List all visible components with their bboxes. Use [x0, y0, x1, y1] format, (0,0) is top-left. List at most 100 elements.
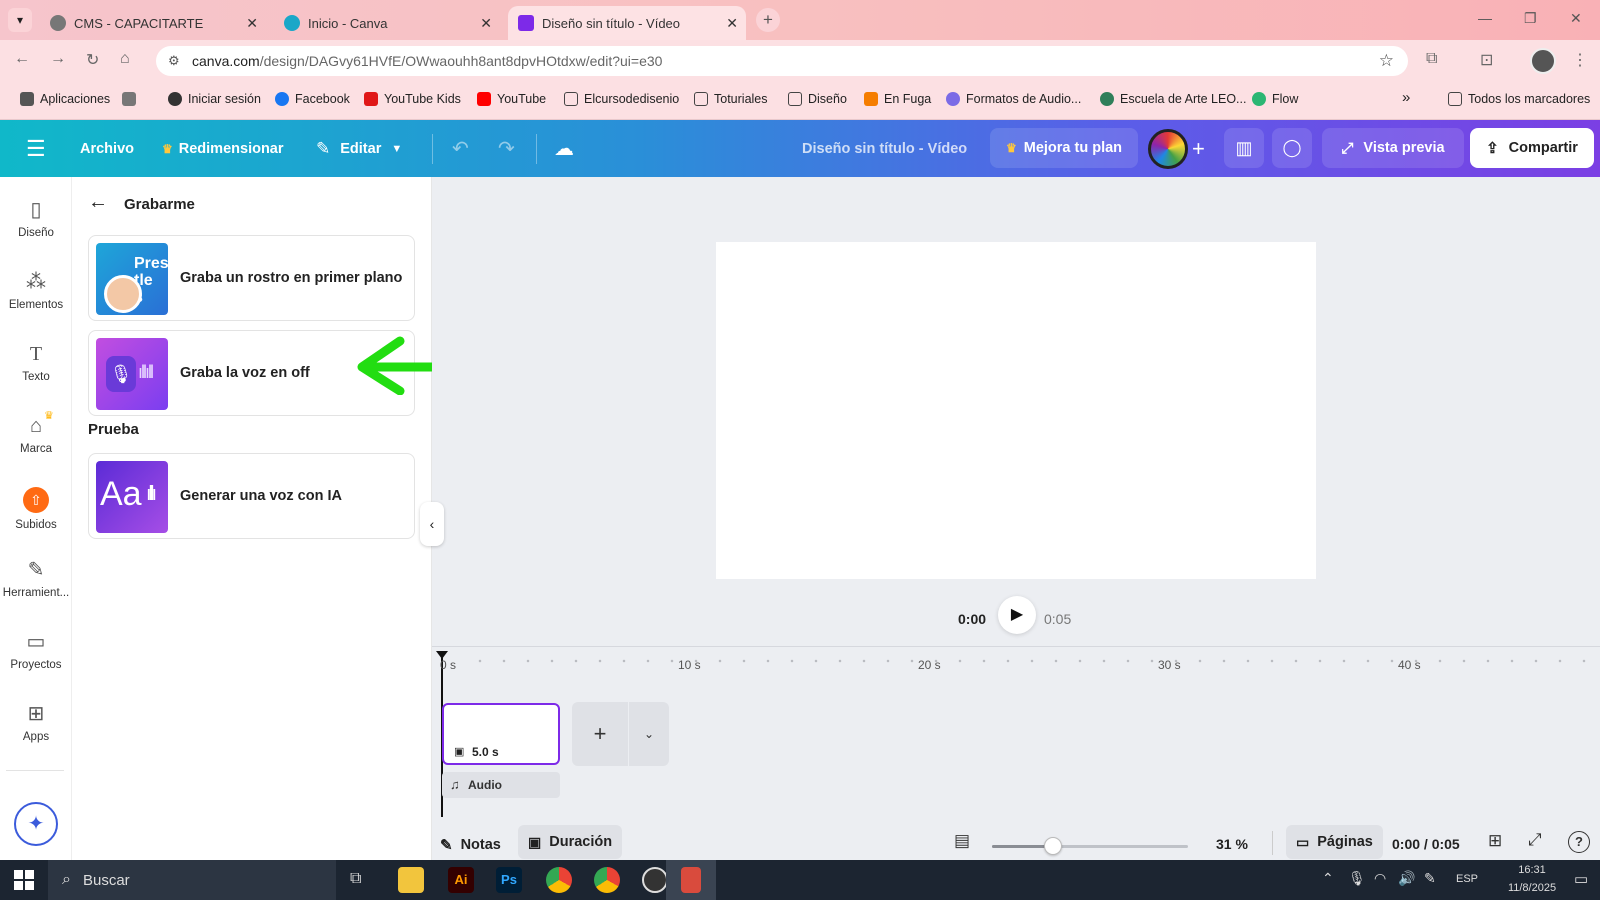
audio-track[interactable]: ♫ Audio — [442, 772, 560, 798]
comments-button[interactable]: ◯ — [1272, 128, 1312, 168]
close-icon[interactable]: ✕ — [246, 15, 258, 32]
tab-diseno-video[interactable]: Diseño sin título - Vídeo ✕ — [508, 6, 746, 40]
bookmark-flow[interactable]: Flow — [1252, 92, 1298, 106]
design-canvas[interactable] — [716, 242, 1316, 579]
bookmark-facebook[interactable]: Facebook — [275, 92, 350, 106]
add-collaborator-icon[interactable]: + — [1192, 120, 1205, 177]
address-bar[interactable]: ⚙ canva.com/design/DAGvy61HVfE/OWwaouhh8… — [156, 46, 1408, 76]
avatar[interactable] — [1530, 48, 1556, 74]
ai-voice-card[interactable]: Aa ıllı Generar una voz con IA — [88, 453, 415, 539]
network-icon[interactable]: ◠ — [1374, 870, 1386, 887]
add-page-button[interactable]: + — [572, 702, 628, 766]
screenshot-icon[interactable]: ⊡ — [1480, 50, 1493, 70]
fullscreen-icon[interactable]: ⤢ — [1528, 830, 1542, 850]
minimize-icon[interactable]: — — [1478, 10, 1492, 26]
collapse-panel-button[interactable]: ‹ — [420, 502, 444, 546]
vista-previa-button[interactable]: ⤢ Vista previa — [1322, 128, 1464, 168]
volume-icon[interactable]: 🔊 — [1398, 870, 1415, 887]
bookmark-youtube-kids[interactable]: YouTube Kids — [364, 92, 461, 106]
reload-icon[interactable]: ↻ — [86, 50, 99, 70]
back-arrow-icon[interactable]: ← — [88, 191, 108, 214]
rail-item-texto[interactable]: T Texto — [0, 343, 72, 403]
rail-item-marca[interactable]: ⌂ Marca ♛ — [0, 410, 72, 475]
back-icon[interactable]: ← — [14, 50, 30, 68]
undo-icon[interactable]: ↶ — [452, 120, 469, 177]
mejora-plan-button[interactable]: ♛ Mejora tu plan — [990, 128, 1138, 168]
video-clip[interactable]: ▣ 5.0 s — [442, 703, 560, 765]
close-icon[interactable]: ✕ — [480, 15, 492, 32]
photoshop-icon[interactable]: Ps — [496, 867, 522, 893]
hamburger-menu-icon[interactable]: ☰ — [26, 120, 46, 177]
pinned-app-icon[interactable] — [681, 867, 701, 893]
more-bookmarks-button[interactable]: » — [1402, 89, 1410, 106]
bookmark-formatos-audio[interactable]: Formatos de Audio... — [946, 92, 1081, 106]
analytics-button[interactable]: ▥ — [1224, 128, 1264, 168]
bookmark-all[interactable]: Todos los marcadores — [1448, 92, 1590, 106]
microphone-icon[interactable]: 🎙 — [1348, 870, 1366, 887]
zoom-value[interactable]: 31 % — [1216, 836, 1248, 852]
pen-icon[interactable]: ✎ — [1424, 870, 1436, 887]
home-icon[interactable]: ⌂ — [120, 50, 130, 68]
clock-time[interactable]: 16:31 — [1502, 864, 1562, 876]
task-view-icon[interactable]: ⧉ — [350, 870, 361, 888]
zoom-slider[interactable] — [992, 837, 1188, 855]
color-wheel-avatar[interactable] — [1148, 129, 1188, 169]
restore-icon[interactable]: ❐ — [1524, 10, 1537, 27]
windows-start-icon[interactable] — [14, 870, 34, 890]
star-icon[interactable]: ☆ — [1379, 51, 1394, 71]
bookmark-diseno[interactable]: Diseño — [788, 92, 847, 106]
obs-icon[interactable] — [642, 867, 668, 893]
new-tab-button[interactable]: + — [756, 8, 780, 32]
redimensionar-button[interactable]: ♛ Redimensionar — [162, 120, 284, 177]
notas-button[interactable]: ✎ Notas — [440, 830, 501, 860]
menu-dots-icon[interactable]: ⋮ — [1572, 50, 1588, 70]
cloud-saved-icon[interactable]: ☁ — [554, 120, 574, 177]
grid-icon[interactable]: ⊞ — [1488, 831, 1502, 851]
file-explorer-icon[interactable] — [398, 867, 424, 893]
extensions-icon[interactable]: ⧉ — [1426, 50, 1437, 68]
rail-item-elementos[interactable]: ⁂ Elementos — [0, 271, 72, 331]
tab-cms[interactable]: CMS - CAPACITARTE ✕ — [40, 6, 266, 40]
archivo-menu[interactable]: Archivo — [80, 120, 134, 177]
chrome-icon[interactable] — [546, 867, 572, 893]
close-icon[interactable]: ✕ — [726, 15, 738, 32]
language-indicator[interactable]: ESP — [1456, 873, 1478, 885]
bookmark-toturiales[interactable]: Toturiales — [694, 92, 768, 106]
rail-item-herramientas[interactable]: ✎ Herramient... — [0, 559, 72, 619]
editar-menu[interactable]: ✎ Editar ▼ — [316, 120, 402, 177]
chevron-up-icon[interactable]: ⌃ — [1322, 870, 1334, 887]
redo-icon[interactable]: ↷ — [498, 120, 515, 177]
magic-assistant-button[interactable]: ✦ — [14, 802, 58, 846]
bookmark-en-fuga[interactable]: En Fuga — [864, 92, 931, 106]
tab-search-button[interactable]: ▾ — [8, 8, 32, 32]
site-info-icon[interactable]: ⚙ — [168, 53, 180, 69]
compartir-button[interactable]: ⇪ Compartir — [1470, 128, 1594, 168]
zoom-slider-thumb[interactable] — [1043, 837, 1062, 855]
bookmark-aplicaciones[interactable]: Aplicaciones — [20, 92, 110, 106]
duracion-button[interactable]: ▣ Duración — [518, 825, 623, 859]
clock-date[interactable]: 11/8/2025 — [1502, 882, 1562, 894]
play-button[interactable]: ▶ — [998, 596, 1036, 634]
bookmark-escuela-arte[interactable]: Escuela de Arte LEO... — [1100, 92, 1246, 106]
rail-item-diseno[interactable]: ▯ Diseño — [0, 199, 72, 259]
grid-view-icon[interactable]: ▤ — [954, 831, 970, 851]
bookmark-grid[interactable] — [122, 92, 142, 106]
bookmark-elcursodedisenio[interactable]: Elcursodedisenio — [564, 92, 679, 106]
add-page-dropdown[interactable]: ⌄ — [629, 702, 669, 766]
design-title[interactable]: Diseño sin título - Vídeo — [802, 120, 967, 177]
notifications-icon[interactable]: ▭ — [1574, 870, 1588, 888]
bookmark-youtube[interactable]: YouTube — [477, 92, 546, 106]
help-button[interactable]: ? — [1568, 831, 1590, 853]
record-face-card[interactable]: Pres tle s Graba un rostro en primer pla… — [88, 235, 415, 321]
bookmark-iniciar-sesion[interactable]: Iniciar sesión — [168, 92, 261, 106]
tab-inicio-canva[interactable]: Inicio - Canva ✕ — [274, 6, 500, 40]
taskbar-search[interactable]: ⌕ Buscar — [48, 860, 336, 900]
chrome-icon[interactable] — [594, 867, 620, 893]
rail-item-proyectos[interactable]: ▭ Proyectos — [0, 631, 72, 691]
window-close-icon[interactable]: ✕ — [1570, 10, 1582, 27]
rail-item-apps[interactable]: ⊞ Apps — [0, 703, 72, 763]
forward-icon[interactable]: → — [50, 50, 66, 68]
illustrator-icon[interactable]: Ai — [448, 867, 474, 893]
rail-item-subidos[interactable]: ⇧ Subidos — [0, 487, 72, 547]
paginas-button[interactable]: ▭ Páginas — [1286, 825, 1383, 859]
